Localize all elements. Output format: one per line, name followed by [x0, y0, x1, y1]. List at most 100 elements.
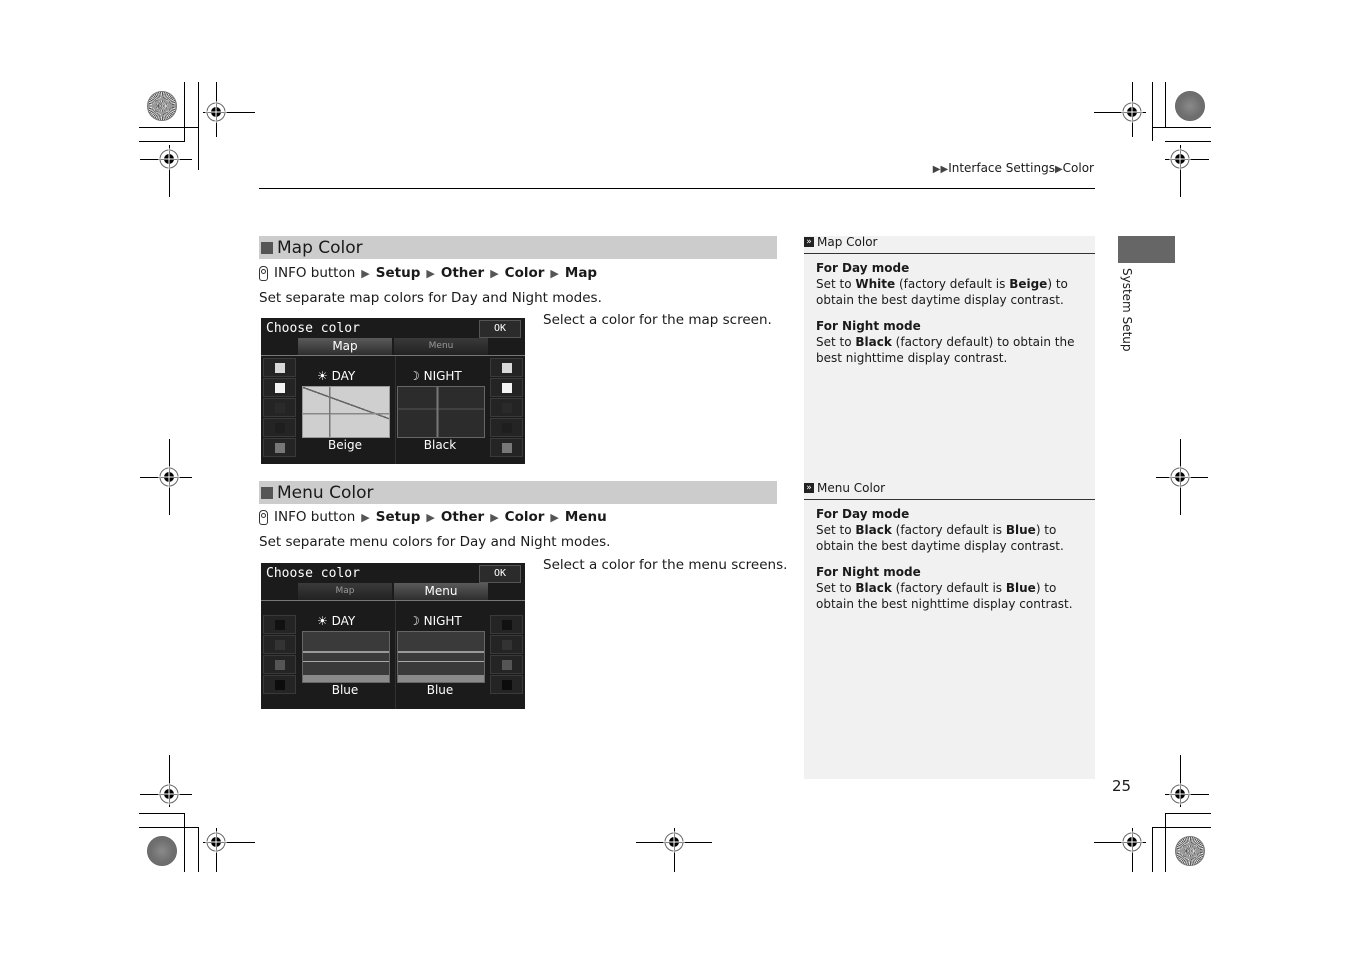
trim-line — [184, 813, 185, 872]
color-swatch[interactable] — [490, 675, 523, 694]
section-title: Menu Color — [277, 482, 374, 503]
swatch-chip — [274, 619, 285, 630]
registration-mark-icon — [663, 831, 685, 853]
swatch-chip — [501, 362, 512, 373]
day-swatch-list — [263, 358, 296, 458]
color-swatch[interactable] — [490, 418, 523, 437]
registration-mark-icon — [205, 101, 227, 123]
note-item-text: Set to Black (factory default) to obtain… — [816, 335, 1075, 365]
tab-map[interactable]: Map — [298, 338, 392, 355]
swatch-chip — [501, 442, 512, 453]
day-mode-label: ☀ DAY — [317, 369, 355, 383]
menu-path: INFO button ▶ Setup ▶ Other ▶ Color ▶ Ma… — [259, 265, 597, 281]
day-mode-label: ☀ DAY — [317, 614, 355, 628]
swatch-chip — [274, 362, 285, 373]
trim-line — [139, 827, 199, 828]
tab-menu[interactable]: Menu — [394, 338, 488, 355]
color-rosette-icon — [147, 836, 177, 866]
path-step: Color — [504, 509, 545, 525]
color-swatch[interactable] — [263, 615, 296, 634]
swatch-chip — [274, 402, 285, 413]
day-color-name: Blue — [331, 683, 359, 697]
color-swatch[interactable] — [263, 438, 296, 457]
note-item: For Day mode Set to Black (factory defau… — [816, 506, 1088, 554]
registration-mark-icon — [1121, 831, 1143, 853]
color-swatch[interactable] — [263, 675, 296, 694]
breadcrumb: ▶▶Interface Settings▶Color — [933, 161, 1094, 175]
ok-button[interactable]: OK — [479, 565, 521, 583]
chapter-label: System Setup — [1120, 268, 1134, 352]
screen-title: Choose color — [266, 321, 360, 336]
night-menu-preview — [397, 631, 485, 683]
swatch-chip — [274, 442, 285, 453]
swatch-chip — [501, 422, 512, 433]
trim-line — [1165, 141, 1211, 142]
triangle-right-icon: ▶ — [1054, 164, 1063, 175]
trim-line — [1152, 827, 1153, 872]
registration-mark-icon — [158, 148, 180, 170]
night-swatch-list — [490, 358, 523, 458]
trim-line — [1152, 127, 1211, 128]
section-description: Set separate map colors for Day and Nigh… — [259, 290, 602, 306]
color-swatch[interactable] — [263, 358, 296, 377]
color-swatch[interactable] — [263, 655, 296, 674]
menu-path: INFO button ▶ Setup ▶ Other ▶ Color ▶ Me… — [259, 509, 607, 525]
color-swatch[interactable] — [263, 635, 296, 654]
color-swatch[interactable] — [490, 358, 523, 377]
color-swatch[interactable] — [490, 378, 523, 397]
registration-mark-icon — [158, 783, 180, 805]
night-label: NIGHT — [423, 369, 462, 383]
note-item-title: For Night mode — [816, 319, 921, 333]
swatch-chip — [274, 659, 285, 670]
color-swatch[interactable] — [263, 398, 296, 417]
trim-line — [139, 127, 199, 128]
color-swatch[interactable] — [263, 378, 296, 397]
swatch-chip — [501, 402, 512, 413]
color-swatch[interactable] — [490, 615, 523, 634]
day-label: DAY — [331, 614, 356, 628]
path-step: Menu — [564, 509, 607, 525]
breadcrumb-item[interactable]: Interface Settings — [948, 161, 1055, 175]
color-swatch[interactable] — [490, 398, 523, 417]
moon-icon: ☽ — [409, 614, 420, 628]
menu-color-screenshot: Choose color OK Map Menu ☀ DAY ☽ NIGHT B… — [261, 563, 525, 709]
screen-title: Choose color — [266, 566, 360, 581]
triangle-right-icon: ▶ — [490, 266, 499, 280]
night-color-name: Black — [423, 438, 457, 452]
moon-icon: ☽ — [409, 369, 420, 383]
note-heading: » Menu Color — [804, 481, 885, 495]
swatch-chip — [501, 619, 512, 630]
color-swatch[interactable] — [490, 635, 523, 654]
triangle-right-icon: ▶ — [550, 266, 559, 280]
breadcrumb-item[interactable]: Color — [1063, 161, 1094, 175]
swatch-chip — [274, 382, 285, 393]
section-heading: Menu Color — [259, 481, 777, 504]
tab-menu[interactable]: Menu — [394, 583, 488, 600]
tab-underline — [261, 355, 525, 356]
color-swatch[interactable] — [263, 418, 296, 437]
path-step: Map — [564, 265, 598, 281]
swatch-chip — [274, 639, 285, 650]
ok-button[interactable]: OK — [479, 320, 521, 338]
day-map-preview — [302, 386, 390, 438]
tab-map[interactable]: Map — [298, 583, 392, 600]
path-start: INFO button — [274, 509, 356, 525]
triangle-right-icon: ▶ — [490, 510, 499, 524]
triangle-right-icon: ▶ — [550, 510, 559, 524]
swatch-chip — [501, 659, 512, 670]
note-heading: » Map Color — [804, 235, 877, 249]
color-swatch[interactable] — [490, 655, 523, 674]
square-bullet-icon — [261, 486, 273, 499]
note-item-title: For Day mode — [816, 507, 910, 521]
header-divider — [259, 188, 1095, 189]
trim-line — [1165, 813, 1211, 814]
square-bullet-icon — [261, 241, 273, 254]
night-mode-label: ☽ NIGHT — [409, 369, 462, 383]
trim-line — [1165, 813, 1166, 872]
map-color-screenshot: Choose color OK Map Menu ☀ DAY ☽ NIGHT B… — [261, 318, 525, 464]
swatch-chip — [501, 382, 512, 393]
triangle-right-icon: ▶ — [426, 510, 435, 524]
color-swatch[interactable] — [490, 438, 523, 457]
note-divider — [804, 499, 1095, 500]
triangle-right-icon: ▶ — [361, 510, 370, 524]
